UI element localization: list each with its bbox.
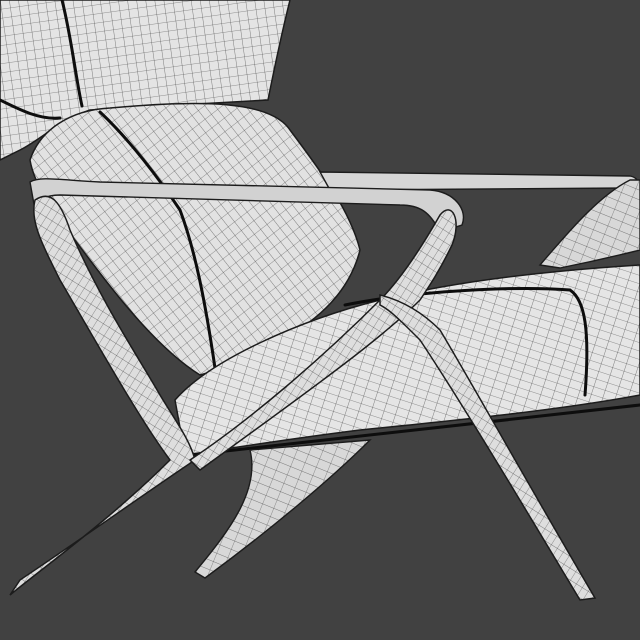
render-viewport[interactable] bbox=[0, 0, 640, 640]
chair-wireframe-render bbox=[0, 0, 640, 601]
far-armrest bbox=[318, 171, 640, 269]
rear-leg bbox=[193, 439, 372, 579]
